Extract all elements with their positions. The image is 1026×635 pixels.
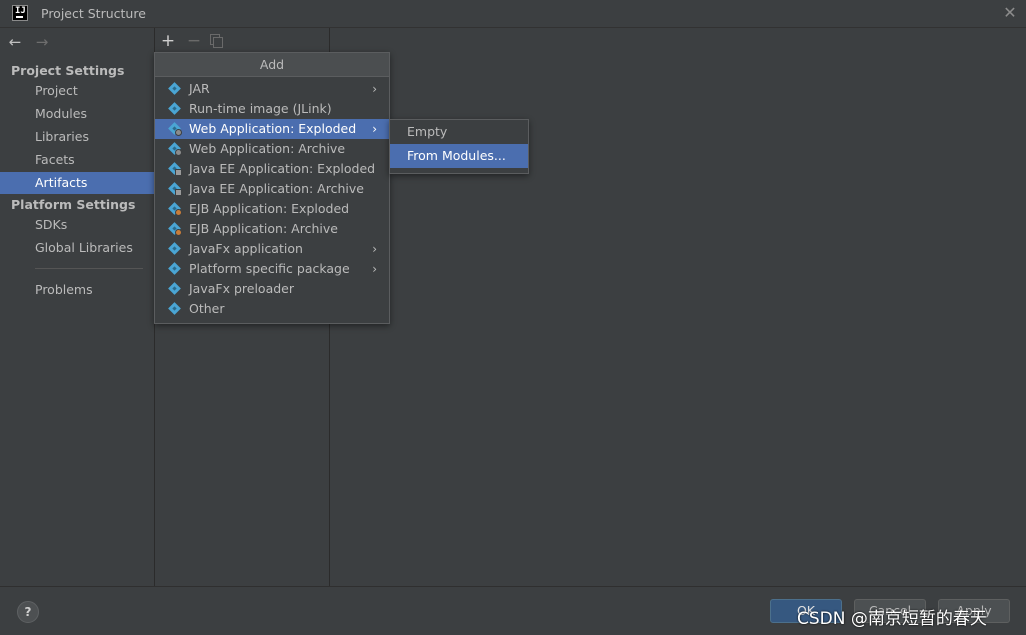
sidebar-item-global-libraries[interactable]: Global Libraries (0, 237, 154, 259)
project-settings-header: Project Settings (11, 63, 125, 78)
menu-item-label: Web Application: Exploded (189, 121, 357, 136)
platform-settings-header: Platform Settings (11, 197, 136, 212)
submenu-item-empty[interactable]: Empty (390, 120, 528, 144)
menu-item-label: Platform specific package (189, 261, 350, 276)
intellij-app-icon: IJ (12, 5, 28, 21)
globe-badge-icon (175, 149, 182, 156)
chevron-right-icon: › (372, 82, 377, 96)
artifact-icon (168, 262, 181, 275)
menu-item-javafx-preloader[interactable]: JavaFx preloader (155, 279, 389, 299)
add-artifact-popup: Add JAR › Run-time image (JLink) Web Applic… (154, 52, 390, 324)
menu-item-label: Java EE Application: Archive (189, 181, 364, 196)
sidebar-item-libraries[interactable]: Libraries (0, 126, 154, 148)
bean-badge-icon (175, 209, 182, 216)
close-icon[interactable]: ✕ (1001, 3, 1019, 23)
menu-item-label: Java EE Application: Exploded (189, 161, 376, 176)
globe-badge-icon (175, 129, 182, 136)
menu-item-ejb-application-exploded[interactable]: EJB Application: Exploded (155, 199, 389, 219)
menu-item-web-application-exploded[interactable]: Web Application: Exploded › (155, 119, 389, 139)
artifact-details-panel (330, 28, 1026, 586)
artifact-icon (168, 242, 181, 255)
back-arrow-icon[interactable]: ← (6, 33, 24, 51)
sidebar-item-facets[interactable]: Facets (0, 149, 154, 171)
web-exploded-submenu: Empty From Modules... (389, 119, 529, 174)
remove-icon[interactable]: − (185, 31, 203, 51)
window-title: Project Structure (41, 6, 146, 21)
sidebar-item-artifacts[interactable]: Artifacts (0, 172, 154, 194)
artifact-icon (168, 102, 181, 115)
menu-item-label: JavaFx preloader (189, 281, 294, 296)
submenu-item-from-modules[interactable]: From Modules... (390, 144, 528, 168)
app-icon-text: IJ (15, 6, 26, 16)
menu-item-other[interactable]: Other (155, 299, 389, 319)
chevron-right-icon: › (372, 242, 377, 256)
sidebar-item-sdks[interactable]: SDKs (0, 214, 154, 236)
artifact-icon (168, 82, 181, 95)
menu-item-jar[interactable]: JAR › (155, 79, 389, 99)
forward-arrow-icon[interactable]: → (33, 33, 51, 51)
menu-item-java-ee-application-exploded[interactable]: Java EE Application: Exploded (155, 159, 389, 179)
dialog-button-bar: ? OK Cancel Apply CSDN @南京短暂的春天 (0, 586, 1026, 635)
help-button[interactable]: ? (17, 601, 39, 623)
menu-item-label: EJB Application: Archive (189, 221, 338, 236)
chevron-right-icon: › (372, 122, 377, 136)
doc-badge-icon (175, 169, 182, 176)
menu-item-label: Other (189, 301, 225, 316)
menu-item-web-application-archive[interactable]: Web Application: Archive (155, 139, 389, 159)
copy-icon[interactable] (210, 34, 223, 48)
menu-item-run-time-image-jlink[interactable]: Run-time image (JLink) (155, 99, 389, 119)
menu-item-java-ee-application-archive[interactable]: Java EE Application: Archive (155, 179, 389, 199)
menu-item-label: JavaFx application (189, 241, 303, 256)
artifact-icon (168, 302, 181, 315)
menu-item-label: Run-time image (JLink) (189, 101, 332, 116)
sidebar: ← → Project Settings Project Modules Lib… (0, 28, 155, 586)
sidebar-item-problems[interactable]: Problems (0, 279, 154, 301)
menu-item-javafx-application[interactable]: JavaFx application › (155, 239, 389, 259)
csdn-watermark: CSDN @南京短暂的春天 (797, 609, 987, 629)
bean-badge-icon (175, 229, 182, 236)
menu-item-label: JAR (189, 81, 210, 96)
doc-badge-icon (175, 189, 182, 196)
menu-item-ejb-application-archive[interactable]: EJB Application: Archive (155, 219, 389, 239)
add-menu-list: JAR › Run-time image (JLink) Web Applicatio… (155, 77, 389, 319)
sidebar-divider (35, 268, 143, 269)
menu-item-platform-specific-package[interactable]: Platform specific package › (155, 259, 389, 279)
sidebar-item-project[interactable]: Project (0, 80, 154, 102)
chevron-right-icon: › (372, 262, 377, 276)
sidebar-item-modules[interactable]: Modules (0, 103, 154, 125)
menu-item-label: EJB Application: Exploded (189, 201, 350, 216)
artifact-icon (168, 282, 181, 295)
title-bar: IJ Project Structure ✕ (0, 0, 1026, 28)
popup-title: Add (155, 53, 389, 77)
add-icon[interactable]: + (159, 31, 177, 51)
menu-item-label: Web Application: Archive (189, 141, 346, 156)
